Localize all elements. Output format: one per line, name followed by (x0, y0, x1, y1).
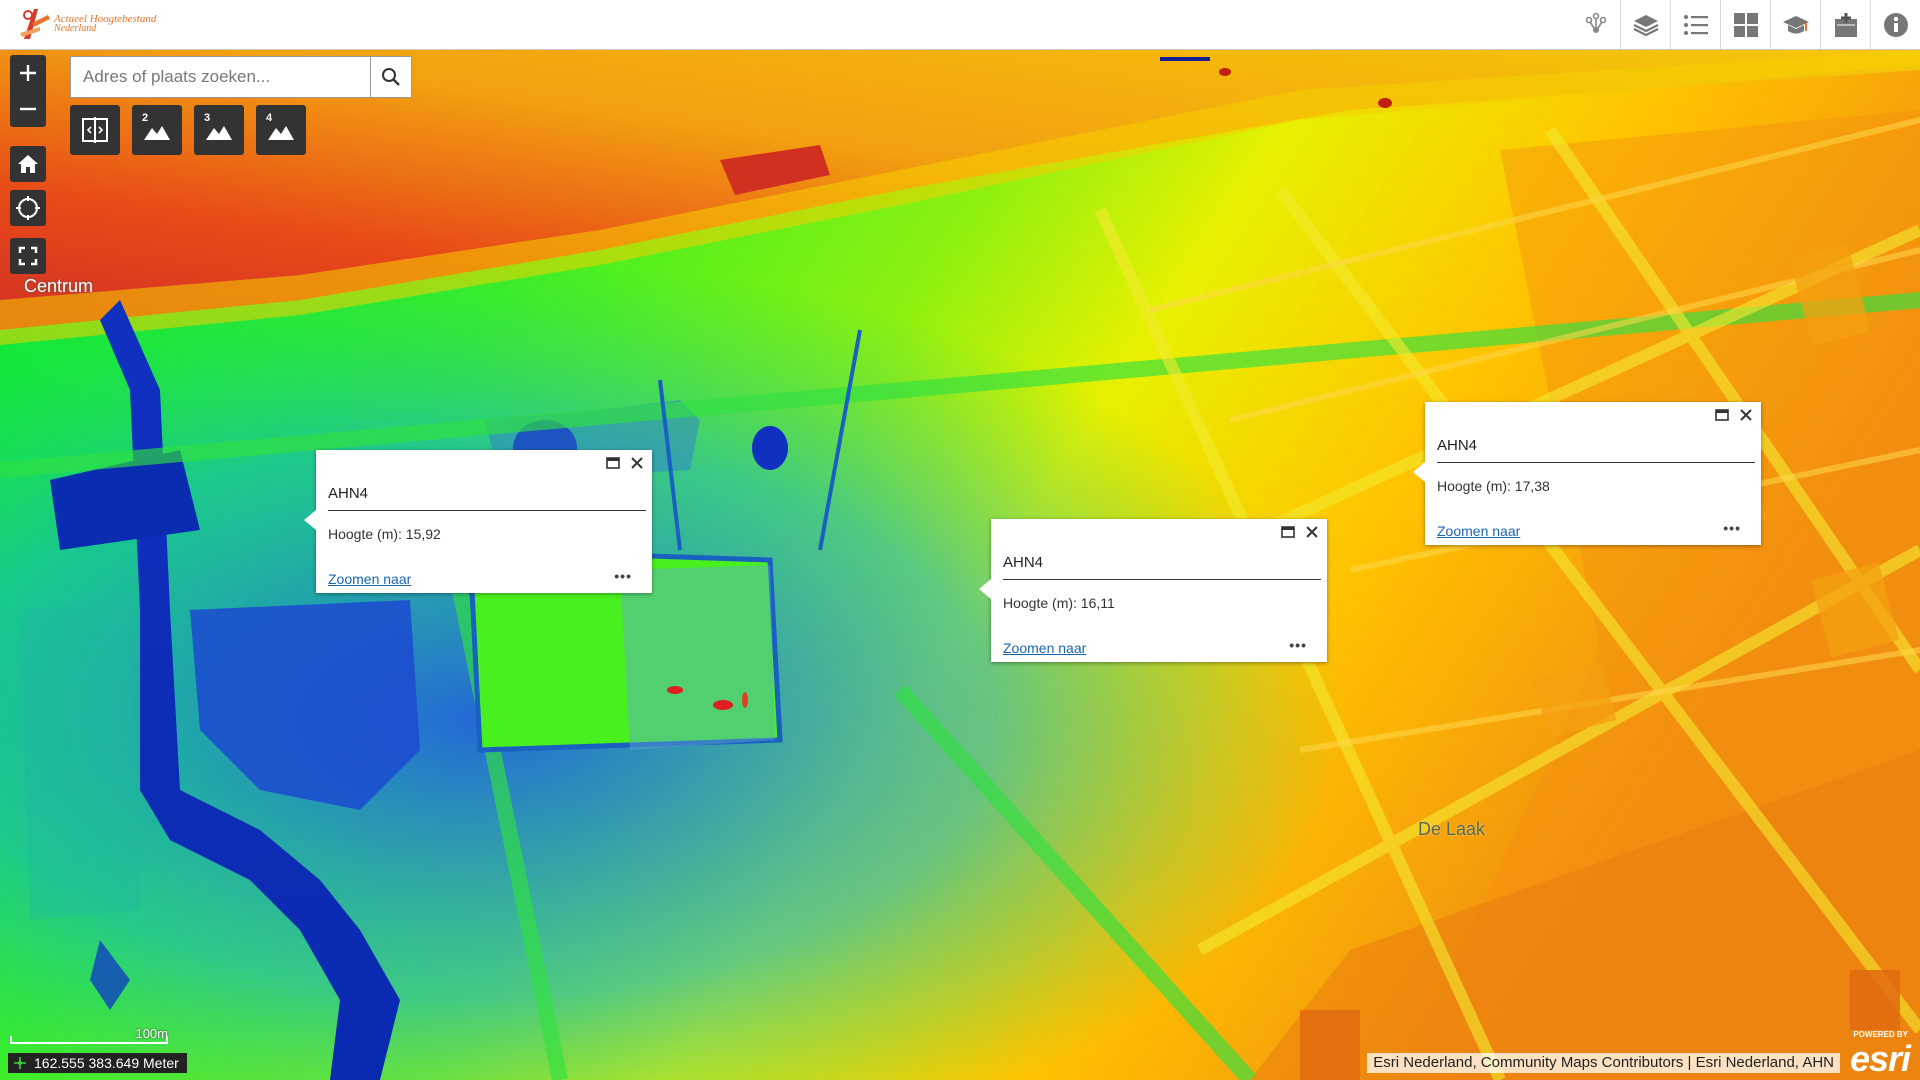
popup-title: AHN4 (328, 485, 646, 511)
plus-icon (20, 65, 36, 81)
ahn-logo-mark-icon (20, 9, 50, 39)
more-actions-button[interactable]: ••• (1289, 637, 1307, 653)
identify-popup: AHN4 Hoogte (m): 17,38 Zoomen naar ••• (1413, 402, 1761, 545)
minus-icon (20, 107, 36, 111)
legend-icon (1683, 14, 1708, 35)
popup-title: AHN4 (1437, 437, 1755, 463)
popup-close-button[interactable] (1737, 406, 1755, 424)
swipe-compare-button[interactable] (70, 105, 120, 155)
zoom-controls (10, 55, 46, 127)
layers-button[interactable] (1620, 0, 1670, 49)
share-icon (1585, 12, 1606, 33)
home-button[interactable] (10, 146, 46, 182)
zoom-to-link[interactable]: Zoomen naar (328, 571, 411, 587)
layers-icon (1633, 14, 1658, 36)
view-3-number: 3 (204, 112, 211, 124)
home-icon (18, 155, 38, 173)
dock-icon (606, 457, 620, 469)
zoom-to-link[interactable]: Zoomen naar (1003, 640, 1086, 656)
popup-dock-button[interactable] (604, 454, 622, 472)
graduation-cap-icon (1782, 15, 1809, 33)
legend-button[interactable] (1670, 0, 1720, 49)
place-label-centrum: Centrum (24, 276, 94, 296)
ahn-logo[interactable]: Actueel Hoogtebestand Nederland (18, 5, 178, 45)
popup-close-button[interactable] (1303, 523, 1321, 541)
more-actions-button[interactable]: ••• (614, 568, 632, 584)
dock-icon (1715, 409, 1729, 421)
esri-wordmark: esri (1849, 1038, 1911, 1079)
fullscreen-button[interactable] (10, 238, 46, 274)
popup-dock-button[interactable] (1279, 523, 1297, 541)
info-icon (1883, 12, 1908, 37)
info-button[interactable] (1870, 0, 1920, 49)
search-bar (70, 56, 412, 98)
fullscreen-icon (18, 246, 38, 266)
crosshair-icon (14, 1057, 26, 1069)
basemap-gallery-icon (1733, 12, 1758, 37)
view-4-button[interactable]: 4 (256, 105, 306, 155)
bookmark-add-button[interactable] (1820, 0, 1870, 49)
view-4-number: 4 (266, 112, 273, 124)
popup-height-value: Hoogte (m): 17,38 (1437, 478, 1550, 494)
identify-popup: AHN4 Hoogte (m): 15,92 Zoomen naar ••• (304, 450, 652, 593)
identify-popup: AHN4 Hoogte (m): 16,11 Zoomen naar ••• (979, 519, 1327, 662)
search-button[interactable] (370, 57, 411, 97)
view-3-button[interactable]: 3 (194, 105, 244, 155)
scale-bar-label: 100m (135, 1026, 168, 1041)
popup-height-value: Hoogte (m): 16,11 (1003, 595, 1115, 611)
elevation-raster (0, 50, 1920, 1080)
close-icon (1740, 409, 1752, 421)
esri-logo[interactable]: POWERED BY esri (1840, 1030, 1911, 1079)
place-label-de-laak: De Laak (1418, 819, 1486, 839)
zoom-to-link[interactable]: Zoomen naar (1437, 523, 1520, 539)
crosshair-icon (16, 196, 40, 220)
locate-button[interactable] (10, 190, 46, 226)
close-icon (631, 457, 643, 469)
popup-dock-button[interactable] (1713, 406, 1731, 424)
zoom-in-button[interactable] (10, 55, 46, 91)
search-input[interactable] (71, 57, 370, 97)
map-view[interactable]: Centrum De Laak (0, 50, 1920, 1080)
close-icon (1306, 526, 1318, 538)
app-header: Actueel Hoogtebestand Nederland (0, 0, 1920, 50)
swipe-icon (82, 117, 108, 143)
map-attribution: Esri Nederland, Community Maps Contribut… (1367, 1053, 1840, 1073)
coordinate-value: 162.555 383.649 Meter (34, 1055, 179, 1071)
zoom-out-button[interactable] (10, 91, 46, 127)
popup-title: AHN4 (1003, 554, 1321, 580)
tool-widgets: 2 3 4 (70, 105, 306, 155)
scale-bar: 100m (10, 1026, 168, 1044)
header-toolbar (1571, 0, 1920, 49)
popup-height-value: Hoogte (m): 15,92 (328, 526, 441, 542)
view-2-button[interactable]: 2 (132, 105, 182, 155)
basemap-gallery-button[interactable] (1720, 0, 1770, 49)
bookmark-add-icon (1834, 12, 1857, 37)
more-actions-button[interactable]: ••• (1723, 520, 1741, 536)
popup-close-button[interactable] (628, 454, 646, 472)
share-button[interactable] (1571, 0, 1620, 49)
logo-subtitle: Nederland (54, 23, 97, 34)
dock-icon (1281, 526, 1295, 538)
view-2-number: 2 (142, 112, 149, 124)
coordinate-readout[interactable]: 162.555 383.649 Meter (8, 1053, 187, 1073)
search-icon (382, 68, 400, 86)
education-button[interactable] (1770, 0, 1820, 49)
